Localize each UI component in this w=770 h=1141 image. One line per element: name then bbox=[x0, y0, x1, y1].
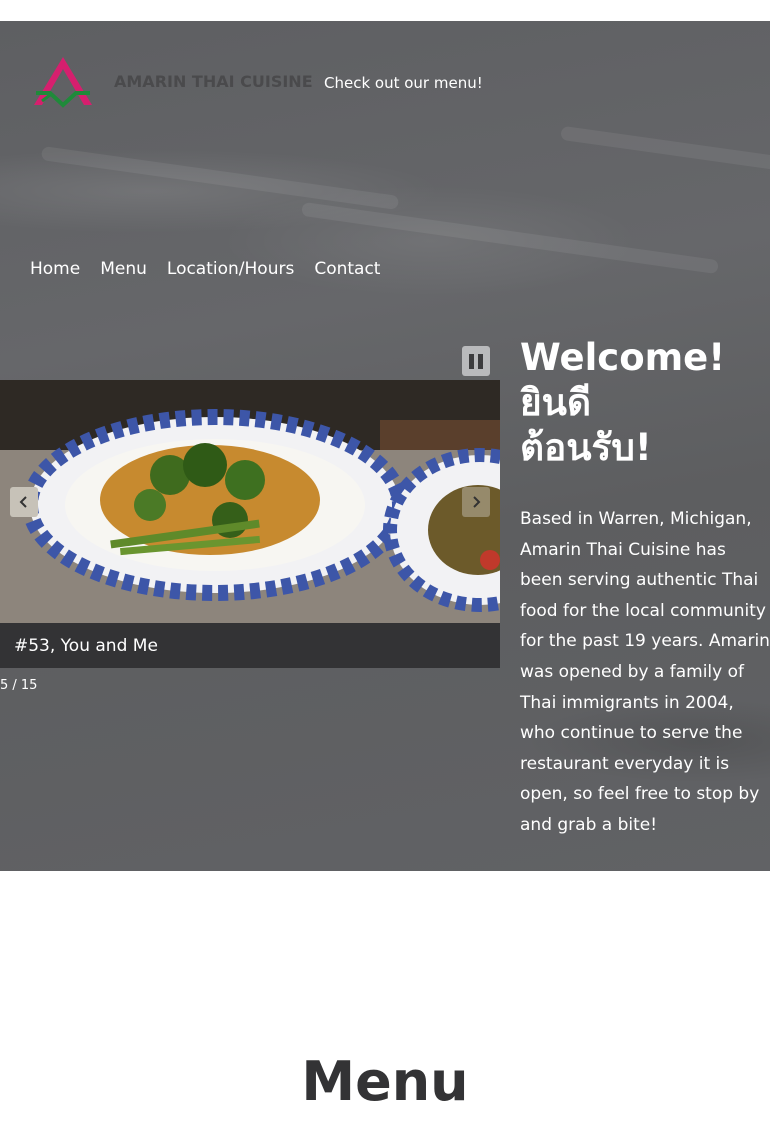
slide-image bbox=[0, 380, 500, 623]
chevron-right-icon bbox=[473, 496, 481, 508]
slide-caption: #53, You and Me bbox=[0, 623, 500, 668]
menu-section-heading: Menu bbox=[301, 1050, 469, 1113]
next-slide-button[interactable] bbox=[462, 487, 490, 517]
welcome-title-english: Welcome! bbox=[520, 336, 726, 379]
main-nav: Home Menu Location/Hours Contact bbox=[30, 259, 380, 279]
nav-item-home[interactable]: Home bbox=[30, 259, 80, 279]
nav-item-contact[interactable]: Contact bbox=[314, 259, 380, 279]
nav-item-menu[interactable]: Menu bbox=[100, 259, 147, 279]
welcome-title-thai-line2: ต้อนรับ! bbox=[520, 426, 652, 469]
slideshow: #53, You and Me bbox=[0, 380, 500, 668]
welcome-title-thai-line1: ยินดี bbox=[520, 381, 592, 424]
brand-name[interactable]: AMARIN THAI CUISINE bbox=[114, 72, 313, 91]
slide-counter: 5 / 15 bbox=[0, 678, 38, 693]
pause-button[interactable] bbox=[462, 346, 490, 376]
about-paragraph: Based in Warren, Michigan, Amarin Thai C… bbox=[520, 509, 770, 835]
hero-section: AMARIN THAI CUISINE Check out our menu! … bbox=[0, 21, 770, 871]
chevron-left-icon bbox=[19, 496, 27, 508]
nav-item-location-hours[interactable]: Location/Hours bbox=[167, 259, 294, 279]
welcome-heading: Welcome! ยินดี ต้อนรับ! bbox=[520, 335, 770, 470]
menu-link[interactable]: Check out our menu! bbox=[324, 74, 483, 92]
amarin-logo[interactable] bbox=[30, 55, 96, 109]
previous-slide-button[interactable] bbox=[10, 487, 38, 517]
pause-icon bbox=[469, 353, 474, 369]
